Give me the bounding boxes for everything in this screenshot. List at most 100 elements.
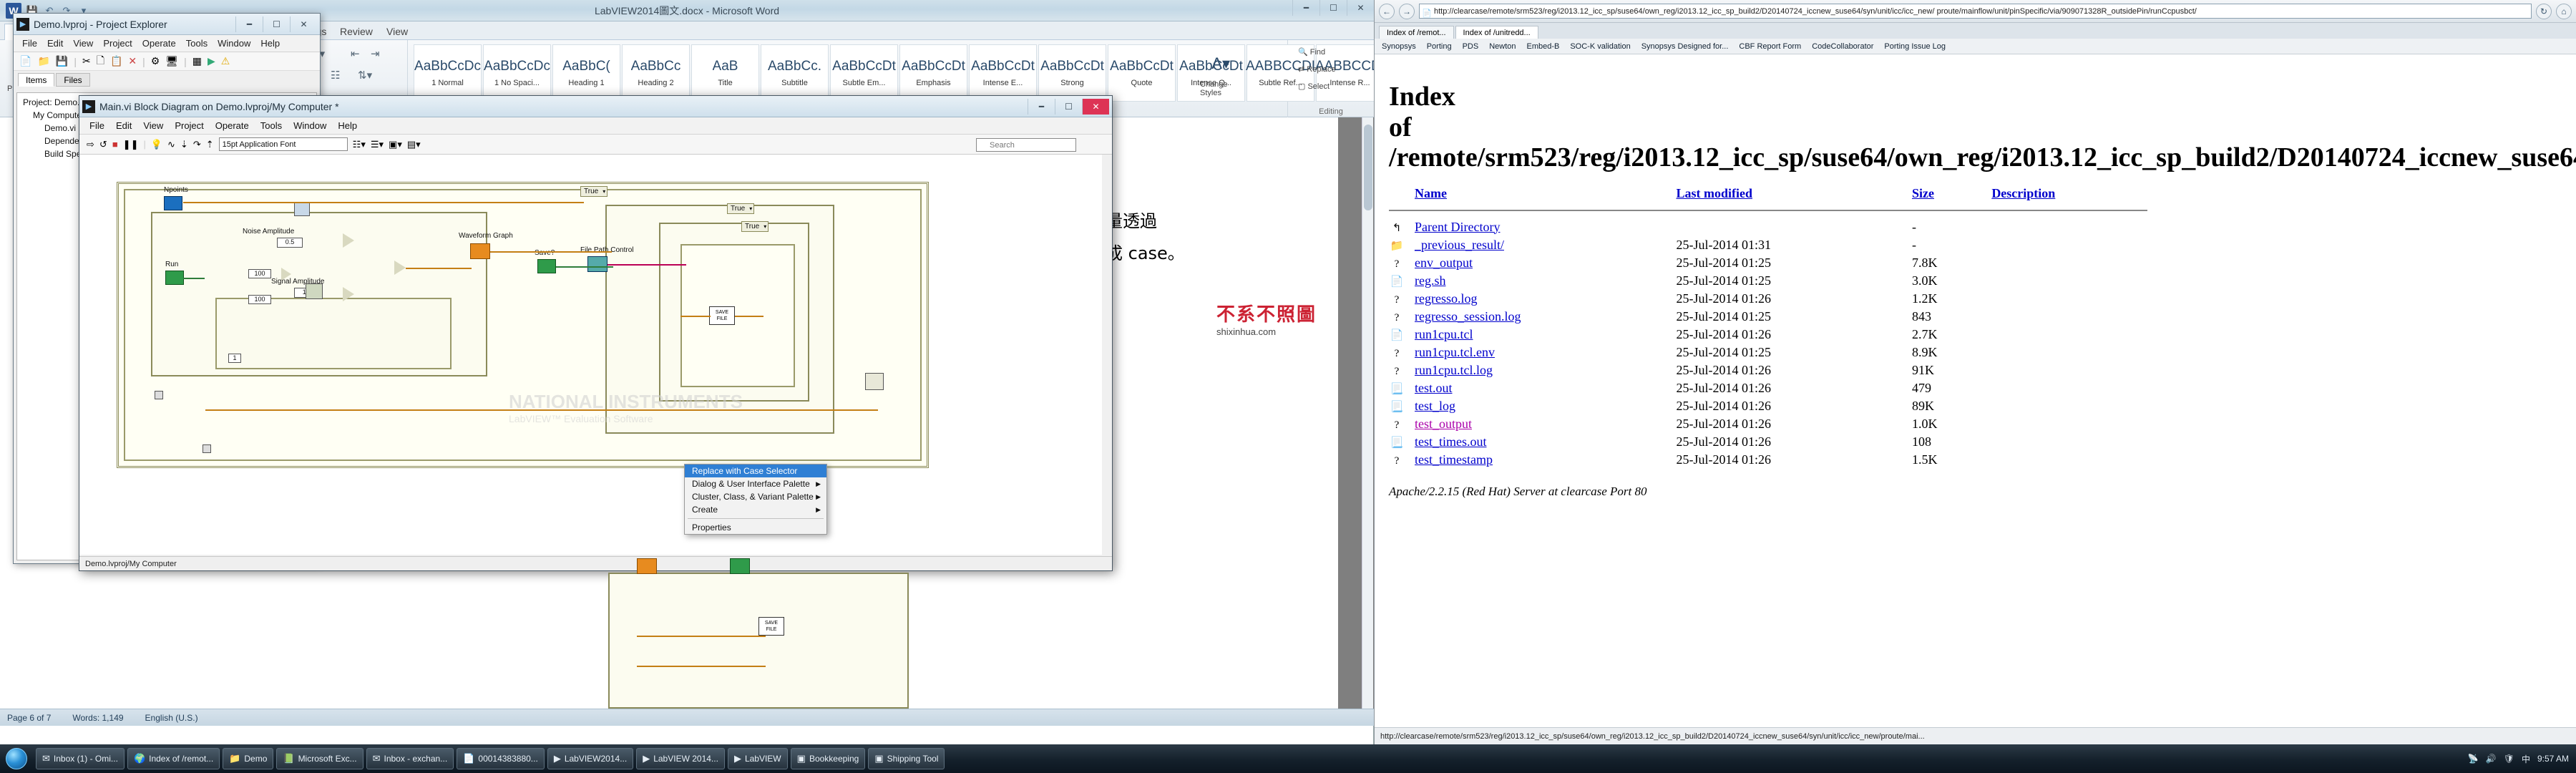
col-description[interactable]: Description — [1991, 186, 2157, 204]
run-continuously-icon[interactable]: ↺ — [99, 139, 107, 150]
style-item-2[interactable]: AaBbC(Heading 1 — [552, 44, 620, 102]
lv-menu-edit[interactable]: Edit — [116, 120, 132, 131]
loop-count-terminal[interactable] — [203, 444, 211, 453]
system-tray[interactable]: 📡 🔊 🛡 中 9:57 AM — [2468, 753, 2576, 765]
noise-amplitude-constant[interactable]: 0.5 — [277, 238, 303, 248]
bookmark-pds[interactable]: PDS — [1458, 41, 1483, 52]
new-icon[interactable]: 📄 — [19, 55, 31, 67]
arrange-icon[interactable]: ▦ — [192, 55, 202, 67]
pe-menu-operate[interactable]: Operate — [142, 38, 176, 49]
lv-menu-file[interactable]: File — [89, 120, 104, 131]
row-name-13[interactable]: test_timestamp — [1415, 451, 1676, 469]
style-item-8[interactable]: AaBbCcDt Intense E... — [969, 44, 1037, 102]
table-row[interactable]: ↰ Parent Directory - — [1389, 218, 2157, 236]
style-item-9[interactable]: AaBbCcDt Strong — [1038, 44, 1106, 102]
taskbar-item-7[interactable]: ▶ LabVIEW 2014... — [636, 748, 725, 769]
style-item-1[interactable]: AaBbCcDc 1 No Spaci... — [483, 44, 551, 102]
menu-item-cluster-class-variant-palette[interactable]: Cluster, Class, & Variant Palette ▶ — [685, 490, 826, 503]
step-over-icon[interactable]: ↷ — [193, 139, 201, 150]
project-explorer-window-buttons[interactable]: ━ ☐ ✕ — [235, 16, 317, 32]
col-name[interactable]: Name — [1415, 186, 1676, 204]
address-bar[interactable]: 📄 http://clearcase/remote/srm523/reg/i20… — [1419, 4, 2532, 19]
file-link[interactable]: regresso_session.log — [1415, 309, 1521, 324]
resize-objects-icon[interactable]: ▣▾ — [389, 139, 402, 150]
table-row[interactable]: ? regresso.log 25-Jul-2014 01:26 1.2K — [1389, 290, 2157, 308]
distribute-objects-icon[interactable]: ☰▾ — [371, 139, 384, 150]
noise-generator-node[interactable] — [294, 202, 310, 216]
tab-view[interactable]: View — [379, 24, 415, 39]
distributed-icon[interactable]: ☷ — [331, 69, 340, 82]
menu-item-create[interactable]: Create ▶ — [685, 503, 826, 516]
save-file-node[interactable]: SAVE FILE — [709, 306, 735, 325]
abort-icon[interactable]: ■ — [112, 139, 118, 150]
table-row[interactable]: ? env_output 25-Jul-2014 01:25 7.8K — [1389, 254, 2157, 272]
table-row[interactable]: ? test_timestamp 25-Jul-2014 01:26 1.5K — [1389, 451, 2157, 469]
step-out-icon[interactable]: ⇡ — [206, 139, 214, 150]
project-explorer-tabs[interactable]: Items Files — [14, 71, 320, 87]
deploy-icon[interactable]: 🖥 — [165, 55, 178, 67]
taskbar-item-2[interactable]: 📁 Demo — [223, 748, 274, 769]
npoints-terminal[interactable] — [164, 196, 182, 210]
close-icon[interactable]: ✕ — [1347, 0, 1374, 16]
taskbar-item-3[interactable]: 📗 Microsoft Exc... — [276, 748, 364, 769]
row-name-11[interactable]: test_output — [1415, 415, 1676, 433]
taskbar-item-4[interactable]: ✉ Inbox - exchan... — [366, 748, 454, 769]
style-item-0[interactable]: AaBbCcDc 1 Normal — [414, 44, 482, 102]
ime-icon[interactable]: 中 — [2522, 753, 2530, 765]
signal-subframe[interactable] — [215, 298, 452, 369]
file-link[interactable]: env_output — [1415, 256, 1473, 270]
increase-indent-icon[interactable]: ⇥ — [371, 47, 380, 60]
bookmark-newton[interactable]: Newton — [1485, 41, 1520, 52]
project-explorer-toolbar[interactable]: 📄 📁 💾 | ✂ 🗋 📋 ✕ | ⚙ 🖥 | ▦ ▶ ⚠ — [14, 52, 320, 71]
table-row[interactable]: ? run1cpu.tcl.log 25-Jul-2014 01:26 91K — [1389, 361, 2157, 379]
table-row[interactable]: 📁 _previous_result/25-Jul-2014 01:31 - — [1389, 236, 2157, 254]
file-link[interactable]: reg.sh — [1415, 273, 1446, 288]
labview-window-buttons[interactable]: ━ ☐ ✕ — [1028, 98, 1109, 115]
change-styles-icon[interactable]: A▾ — [1211, 54, 1230, 73]
style-item-3[interactable]: AaBbCc Heading 2 — [622, 44, 690, 102]
row-name-4[interactable]: regresso.log — [1415, 290, 1676, 308]
back-icon[interactable]: ← — [1379, 3, 1395, 19]
constant-100-a[interactable]: 100 — [248, 269, 271, 278]
lv-menu-operate[interactable]: Operate — [215, 120, 249, 131]
menu-item-dialog-user-interface-palette[interactable]: Dialog & User Interface Palette ▶ — [685, 477, 826, 490]
align-objects-icon[interactable]: ☷▾ — [353, 139, 366, 150]
taskbar-item-9[interactable]: ▣ Bookkeeping — [790, 748, 866, 769]
menu-item-properties[interactable]: Properties — [685, 521, 826, 534]
lv-menu-window[interactable]: Window — [293, 120, 326, 131]
browser-tab-1[interactable]: Index of /unitredd... — [1455, 26, 1538, 39]
taskbar-items[interactable]: ✉ Inbox (1) - Omi... 🌍 Index of /remot... 📁 D… — [33, 748, 945, 769]
copy-icon[interactable]: 🗋 — [97, 53, 104, 70]
row-name-7[interactable]: run1cpu.tcl.env — [1415, 344, 1676, 361]
change-styles-label[interactable]: Change Styles — [1200, 80, 1243, 97]
file-link[interactable]: test.out — [1415, 381, 1453, 395]
start-orb-icon[interactable] — [6, 748, 27, 769]
refresh-icon[interactable]: ↻ — [2536, 3, 2552, 19]
project-explorer-menubar[interactable]: File Edit View Project Operate Tools Win… — [14, 35, 320, 52]
file-link[interactable]: run1cpu.tcl.env — [1415, 345, 1495, 359]
word-window-buttons[interactable]: ━ ☐ ✕ — [1292, 0, 1374, 16]
select-label[interactable]: ▢ Select — [1298, 82, 1330, 91]
constant-1[interactable]: 1 — [228, 354, 241, 363]
table-row[interactable]: ? run1cpu.tcl.env 25-Jul-2014 01:25 8.9K — [1389, 344, 2157, 361]
row-name-6[interactable]: run1cpu.tcl — [1415, 326, 1676, 344]
multiply-node-2[interactable] — [343, 287, 354, 301]
multiply-node-1[interactable] — [343, 233, 354, 248]
replace-label[interactable]: ⇄ Replace — [1298, 64, 1336, 74]
bookmark-synopsys-design[interactable]: Synopsys Designed for... — [1637, 41, 1733, 52]
case-label-save[interactable]: True — [727, 203, 755, 214]
row-name-10[interactable]: test_log — [1415, 397, 1676, 415]
lv-menu-view[interactable]: View — [143, 120, 163, 131]
network-icon[interactable]: 📡 — [2468, 754, 2479, 764]
reorder-icon[interactable]: ▤▾ — [407, 139, 421, 150]
add-node[interactable] — [394, 261, 406, 275]
tab-review[interactable]: Review — [333, 24, 380, 39]
context-menu[interactable]: Replace with Case Selector Dialog & User… — [684, 464, 827, 535]
minimize-icon[interactable]: ━ — [1292, 0, 1319, 16]
build-icon[interactable]: ⚙ — [151, 55, 160, 67]
open-icon[interactable]: 📁 — [37, 55, 49, 67]
row-name-3[interactable]: reg.sh — [1415, 272, 1676, 290]
style-item-4[interactable]: AaB Title — [691, 44, 759, 102]
style-item-5[interactable]: AaBbCc. Subtitle — [761, 44, 829, 102]
labview-menubar[interactable]: File Edit View Project Operate Tools Win… — [79, 117, 1112, 135]
